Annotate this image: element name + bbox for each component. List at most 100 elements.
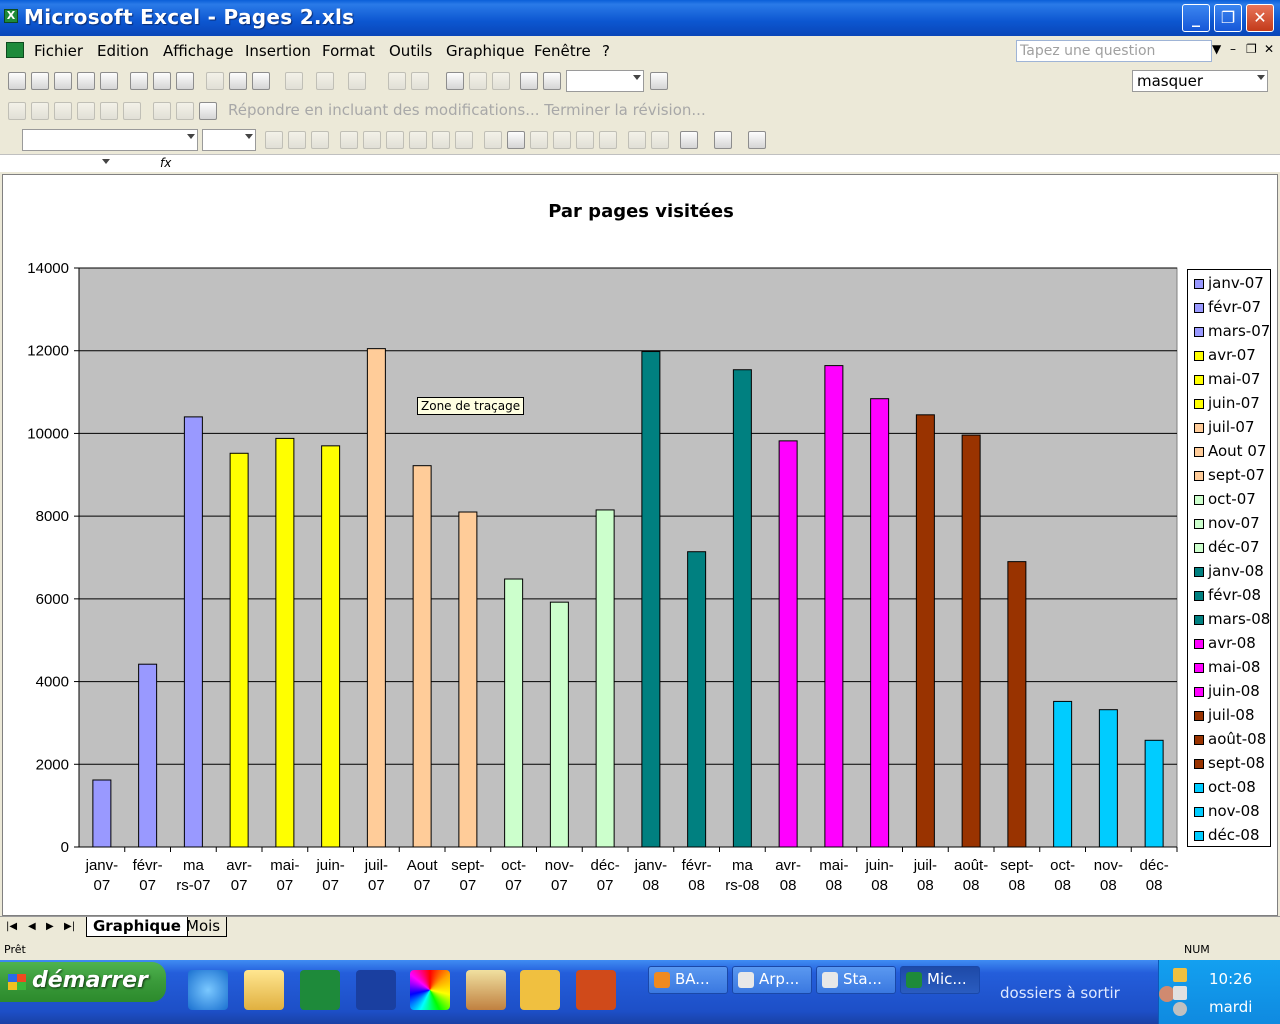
x-tick-label[interactable]: juin- xyxy=(864,857,893,874)
x-tick-label[interactable]: 08 xyxy=(1100,877,1117,894)
y-tick-label[interactable]: 14000 xyxy=(27,260,69,277)
review-icon-6[interactable] xyxy=(123,102,141,120)
x-tick-label[interactable]: 07 xyxy=(597,877,614,894)
close-button[interactable]: ✕ xyxy=(1246,4,1274,32)
x-tick-label[interactable]: nov- xyxy=(1094,857,1123,874)
sort-desc-icon[interactable] xyxy=(492,72,510,90)
last-sheet-icon[interactable]: ▶| xyxy=(64,921,75,932)
bold-icon[interactable] xyxy=(265,131,283,149)
menu-fenetre[interactable]: Fenêtre xyxy=(534,42,591,60)
x-tick-label[interactable]: 07 xyxy=(505,877,522,894)
review-icon-4[interactable] xyxy=(77,102,95,120)
open-icon[interactable] xyxy=(31,72,49,90)
bar-nov-07[interactable] xyxy=(549,601,569,848)
menu-affichage[interactable]: Affichage xyxy=(163,42,233,60)
y-tick-label[interactable]: 2000 xyxy=(36,756,69,773)
italic-icon[interactable] xyxy=(288,131,306,149)
font-name-select[interactable] xyxy=(22,129,198,151)
review-icon-3[interactable] xyxy=(54,102,72,120)
start-button[interactable]: démarrer xyxy=(0,962,166,1002)
x-tick-label[interactable]: déc- xyxy=(1140,857,1169,874)
y-tick-label[interactable]: 8000 xyxy=(36,508,69,525)
bar-mai-07[interactable] xyxy=(275,437,295,848)
excel-icon[interactable] xyxy=(300,970,340,1010)
zoom-select[interactable] xyxy=(566,70,644,92)
x-tick-label[interactable]: oct- xyxy=(501,857,526,874)
increase-decimal-icon[interactable] xyxy=(576,131,594,149)
bar-févr-07[interactable] xyxy=(138,663,158,848)
bar-févr-08[interactable] xyxy=(687,551,707,848)
x-tick-label[interactable]: sept- xyxy=(451,857,484,874)
x-tick-label[interactable]: rs-07 xyxy=(176,877,210,894)
bar-nov-08[interactable] xyxy=(1098,709,1118,848)
x-tick-label[interactable]: ma xyxy=(732,857,753,874)
review-reply-text[interactable]: Répondre en incluant des modifications..… xyxy=(228,101,706,119)
decrease-indent-icon[interactable] xyxy=(628,131,646,149)
review-icon-1[interactable] xyxy=(8,102,26,120)
paint-icon[interactable] xyxy=(466,970,506,1010)
document-icon[interactable] xyxy=(6,42,24,58)
bar-janv-08[interactable] xyxy=(641,351,661,848)
decrease-decimal-icon[interactable] xyxy=(599,131,617,149)
bar-déc-07[interactable] xyxy=(595,509,615,848)
currency-icon[interactable] xyxy=(484,131,502,149)
bar-avr-07[interactable] xyxy=(229,452,249,848)
justify-icon[interactable] xyxy=(409,131,427,149)
x-tick-label[interactable]: juil- xyxy=(913,857,937,874)
chart-area[interactable]: Par pages visitées 0 2000 4000 6000 8000 1000… xyxy=(2,174,1278,916)
help-icon[interactable] xyxy=(650,72,668,90)
bar-avr-08[interactable] xyxy=(778,440,798,848)
euro-icon[interactable] xyxy=(507,131,525,149)
menu-insertion[interactable]: Insertion xyxy=(245,42,311,60)
font-size-select[interactable] xyxy=(202,129,256,151)
dossiers-toolbar-label[interactable]: dossiers à sortir xyxy=(1000,984,1120,1002)
review-icon-9[interactable] xyxy=(199,102,217,120)
spelling-icon[interactable] xyxy=(176,72,194,90)
tray-shield-icon[interactable] xyxy=(1173,986,1187,1000)
next-sheet-icon[interactable]: ▶ xyxy=(46,921,54,932)
x-tick-label[interactable]: sept- xyxy=(1000,857,1033,874)
menu-fichier[interactable]: Fichier xyxy=(34,42,83,60)
permission-icon[interactable] xyxy=(77,72,95,90)
bar-déc-08[interactable] xyxy=(1144,739,1164,848)
x-tick-label[interactable]: 07 xyxy=(277,877,294,894)
menu-format[interactable]: Format xyxy=(322,42,375,60)
first-sheet-icon[interactable]: |◀ xyxy=(6,921,17,932)
x-tick-label[interactable]: 07 xyxy=(322,877,339,894)
x-tick-label[interactable]: 08 xyxy=(917,877,934,894)
doc-close-icon[interactable]: ✕ xyxy=(1264,42,1274,56)
x-tick-label[interactable]: 08 xyxy=(780,877,797,894)
chart-svg[interactable]: 02000400060008000100001200014000janv-07f… xyxy=(3,175,1279,917)
hyperlink-icon[interactable] xyxy=(388,72,406,90)
ask-question-input[interactable]: Tapez une question xyxy=(1016,40,1212,62)
excel-app-icon[interactable]: X xyxy=(4,9,18,23)
x-tick-label[interactable]: Aout xyxy=(407,857,439,874)
bar-mai-08[interactable] xyxy=(824,365,844,848)
tab-mois[interactable]: Mois xyxy=(180,917,228,937)
task-button-arp[interactable]: Arp... xyxy=(732,966,812,994)
bar-Aout 07[interactable] xyxy=(412,465,432,848)
x-tick-label[interactable]: 08 xyxy=(1009,877,1026,894)
fill-color-icon[interactable] xyxy=(714,131,732,149)
bar-janv-07[interactable] xyxy=(92,779,112,848)
menu-graphique[interactable]: Graphique xyxy=(446,42,524,60)
redo-icon[interactable] xyxy=(348,72,366,90)
x-tick-label[interactable]: 07 xyxy=(414,877,431,894)
merge-icon[interactable] xyxy=(455,131,473,149)
drawing-icon[interactable] xyxy=(543,72,561,90)
distribute-icon[interactable] xyxy=(432,131,450,149)
prev-sheet-icon[interactable]: ◀ xyxy=(28,921,36,932)
x-tick-label[interactable]: 07 xyxy=(460,877,477,894)
task-button-ba[interactable]: BA... xyxy=(648,966,728,994)
minimize-button[interactable]: _ xyxy=(1182,4,1210,32)
save-icon[interactable] xyxy=(54,72,72,90)
tab-graphique[interactable]: Graphique xyxy=(86,917,188,937)
new-icon[interactable] xyxy=(8,72,26,90)
bar-juin-08[interactable] xyxy=(870,398,890,848)
function-icon[interactable] xyxy=(446,72,464,90)
underline-icon[interactable] xyxy=(311,131,329,149)
x-tick-label[interactable]: févr- xyxy=(682,857,712,874)
y-tick-label[interactable]: 0 xyxy=(61,839,69,856)
x-tick-label[interactable]: 07 xyxy=(551,877,568,894)
y-tick-label[interactable]: 12000 xyxy=(27,343,69,360)
